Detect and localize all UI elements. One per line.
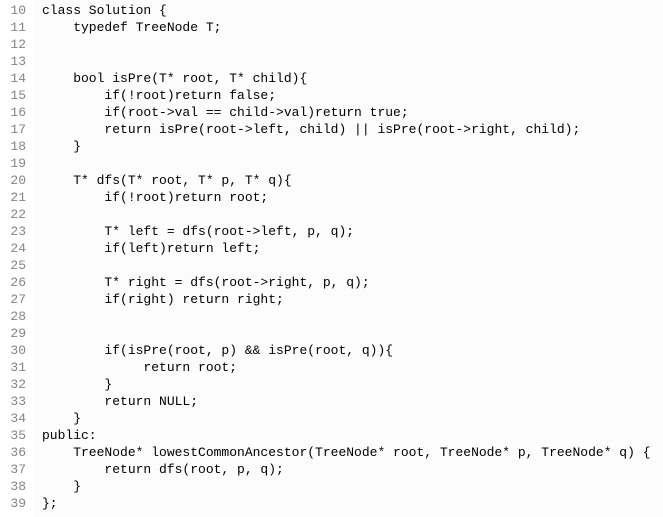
code-line: if(right) return right; bbox=[42, 291, 659, 308]
line-number-gutter: 1011121314151617181920212223242526272829… bbox=[0, 0, 34, 517]
line-number: 28 bbox=[4, 308, 26, 325]
line-number: 11 bbox=[4, 19, 26, 36]
code-line: if(root->val == child->val)return true; bbox=[42, 104, 659, 121]
code-line bbox=[42, 257, 659, 274]
line-number: 32 bbox=[4, 376, 26, 393]
line-number: 33 bbox=[4, 393, 26, 410]
code-line: TreeNode* lowestCommonAncestor(TreeNode*… bbox=[42, 444, 659, 461]
line-number: 30 bbox=[4, 342, 26, 359]
line-number: 34 bbox=[4, 410, 26, 427]
code-line: if(left)return left; bbox=[42, 240, 659, 257]
line-number: 12 bbox=[4, 36, 26, 53]
line-number: 20 bbox=[4, 172, 26, 189]
code-line: public: bbox=[42, 427, 659, 444]
line-number: 39 bbox=[4, 495, 26, 512]
code-line bbox=[42, 206, 659, 223]
line-number: 17 bbox=[4, 121, 26, 138]
line-number: 13 bbox=[4, 53, 26, 70]
code-line: typedef TreeNode T; bbox=[42, 19, 659, 36]
code-line: T* right = dfs(root->right, p, q); bbox=[42, 274, 659, 291]
line-number: 35 bbox=[4, 427, 26, 444]
code-line: T* left = dfs(root->left, p, q); bbox=[42, 223, 659, 240]
line-number: 26 bbox=[4, 274, 26, 291]
code-line: return isPre(root->left, child) || isPre… bbox=[42, 121, 659, 138]
code-line: bool isPre(T* root, T* child){ bbox=[42, 70, 659, 87]
line-number: 24 bbox=[4, 240, 26, 257]
code-line: if(!root)return false; bbox=[42, 87, 659, 104]
code-line: T* dfs(T* root, T* p, T* q){ bbox=[42, 172, 659, 189]
line-number: 16 bbox=[4, 104, 26, 121]
line-number: 37 bbox=[4, 461, 26, 478]
line-number: 36 bbox=[4, 444, 26, 461]
line-number: 10 bbox=[4, 2, 26, 19]
code-line: if(!root)return root; bbox=[42, 189, 659, 206]
line-number: 23 bbox=[4, 223, 26, 240]
code-line: } bbox=[42, 478, 659, 495]
code-line: } bbox=[42, 376, 659, 393]
code-line bbox=[42, 325, 659, 342]
code-line: } bbox=[42, 138, 659, 155]
code-line: return dfs(root, p, q); bbox=[42, 461, 659, 478]
line-number: 27 bbox=[4, 291, 26, 308]
code-line bbox=[42, 53, 659, 70]
code-line: class Solution { bbox=[42, 2, 659, 19]
line-number: 19 bbox=[4, 155, 26, 172]
code-area: class Solution { typedef TreeNode T; boo… bbox=[34, 0, 663, 517]
line-number: 29 bbox=[4, 325, 26, 342]
code-line bbox=[42, 155, 659, 172]
line-number: 18 bbox=[4, 138, 26, 155]
line-number: 38 bbox=[4, 478, 26, 495]
code-line bbox=[42, 308, 659, 325]
code-line: }; bbox=[42, 495, 659, 512]
line-number: 14 bbox=[4, 70, 26, 87]
line-number: 25 bbox=[4, 257, 26, 274]
line-number: 21 bbox=[4, 189, 26, 206]
code-line: } bbox=[42, 410, 659, 427]
code-line bbox=[42, 36, 659, 53]
code-line: return root; bbox=[42, 359, 659, 376]
line-number: 15 bbox=[4, 87, 26, 104]
line-number: 31 bbox=[4, 359, 26, 376]
code-line: if(isPre(root, p) && isPre(root, q)){ bbox=[42, 342, 659, 359]
line-number: 22 bbox=[4, 206, 26, 223]
code-line: return NULL; bbox=[42, 393, 659, 410]
